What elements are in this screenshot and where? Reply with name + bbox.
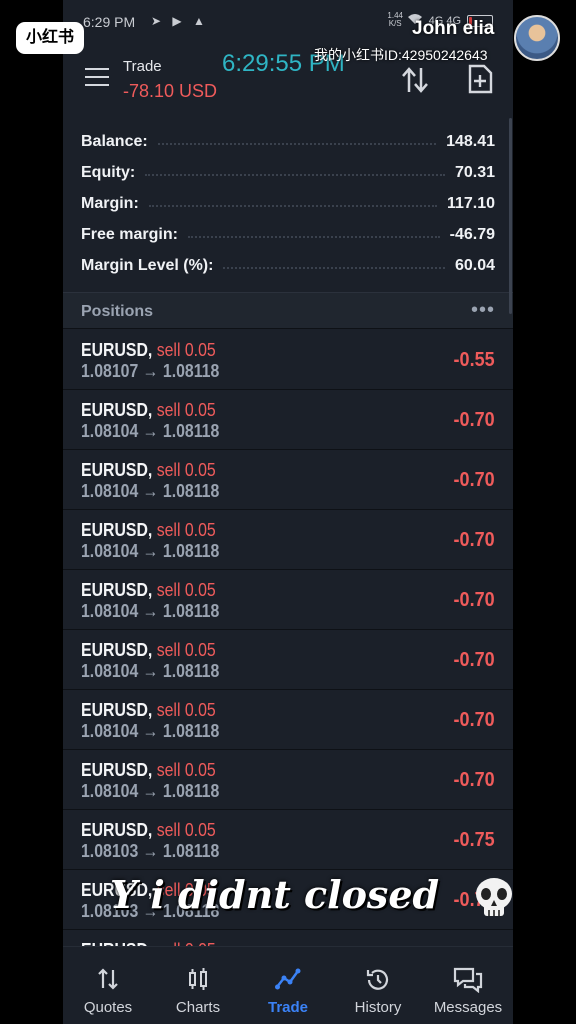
position-row[interactable]: EURUSD, sell 0.051.08103 → 1.08118 -0.75 — [63, 810, 513, 870]
position-profit: -0.70 — [453, 589, 495, 611]
notification-icons: ➤ ▶ ▲ — [151, 14, 209, 28]
position-prices: 1.08103 → 1.08118 — [81, 841, 220, 861]
position-side: sell 0.05 — [156, 520, 216, 540]
positions-list: EURUSD, sell 0.05 1.08107 → 1.08118 -0.55 E… — [63, 330, 513, 946]
app-logo: 小红书 — [16, 22, 84, 54]
position-profit: -0.70 — [453, 469, 495, 491]
position-row[interactable]: EURUSD, sell 0.05 1.08104 → 1.08118 -0.70 — [63, 630, 513, 690]
nav-history[interactable]: History — [333, 947, 423, 1024]
position-prices: 1.08104 → 1.08118 — [81, 421, 220, 441]
trade-screen: 6:29 PM ➤ ▶ ▲ 1.44 K/S 4G 4G Trade -78.1… — [63, 0, 513, 1024]
charts-icon — [189, 968, 207, 990]
caption-text: Y i didnt closed — [110, 872, 440, 917]
sort-icon[interactable] — [400, 66, 430, 94]
position-profit: -0.55 — [453, 349, 495, 371]
position-prices: 1.08104 → 1.08118 — [81, 541, 220, 561]
position-side: sell 0.05 — [156, 640, 216, 660]
position-prices: 1.08104 → 1.08118 — [81, 721, 220, 741]
position-prices: 1.08104 → 1.08118 — [81, 481, 220, 501]
position-profit: -0.70 — [453, 709, 495, 731]
position-row[interactable]: EURUSD, sell 0.05 1.08104 → 1.08118 -0.70 — [63, 450, 513, 510]
position-row[interactable]: EURUSD, sell 0.05 1.08104 → 1.08118 -0.70 — [63, 390, 513, 450]
position-symbol: EURUSD, sell 0.05 — [81, 760, 216, 780]
position-profit: -0.70 — [453, 649, 495, 671]
position-row[interactable]: EURUSD, sell 0.05 1.08107 → 1.08118 -0.55 — [63, 330, 513, 390]
positions-title: Positions — [81, 303, 154, 320]
trade-icon — [275, 968, 301, 990]
position-profit: -0.70 — [453, 409, 495, 431]
summary-equity: Equity: 70.31 — [81, 163, 495, 181]
position-row[interactable]: EURUSD, sell 0.051.08103 → 1.08118-0.75 — [63, 930, 513, 946]
position-row[interactable]: EURUSD, sell 0.05 1.08104 → 1.08118 -0.70 — [63, 570, 513, 630]
status-time: 6:29 PM — [83, 14, 136, 30]
position-prices: 1.08107 → 1.08118 — [81, 361, 220, 381]
total-profit: -78.10 USD — [123, 81, 218, 101]
nav-charts[interactable]: Charts — [153, 947, 243, 1024]
position-profit: -0.70 — [453, 769, 495, 791]
author-name: John elia — [412, 18, 495, 39]
position-prices: 1.08104 → 1.08118 — [81, 781, 220, 801]
position-symbol: EURUSD, sell 0.05 — [81, 400, 216, 420]
bottom-nav: Quotes Charts Trade History Messages — [63, 946, 513, 1024]
positions-header: Positions ••• — [63, 293, 513, 329]
position-side: sell 0.05 — [156, 580, 216, 600]
account-summary: Balance: 148.41 Equity: 70.31 Margin: 117.1… — [63, 126, 513, 281]
history-icon — [366, 969, 389, 990]
nav-messages[interactable]: Messages — [423, 947, 513, 1024]
position-symbol: EURUSD, sell 0.05 — [81, 820, 216, 840]
more-icon[interactable]: ••• — [471, 299, 495, 322]
position-symbol: EURUSD, sell 0.05 — [81, 340, 216, 360]
position-side: sell 0.05 — [156, 340, 216, 360]
position-row[interactable]: EURUSD, sell 0.05 1.08104 → 1.08118 -0.70 — [63, 690, 513, 750]
quotes-icon — [98, 968, 118, 990]
position-symbol: EURUSD, sell 0.05 — [81, 460, 216, 480]
position-side: sell 0.05 — [156, 760, 216, 780]
position-symbol: EURUSD, sell 0.05 — [81, 700, 216, 720]
avatar — [514, 15, 560, 61]
position-row[interactable]: EURUSD, sell 0.05 1.08104 → 1.08118 -0.70 — [63, 750, 513, 810]
position-prices: 1.08104 → 1.08118 — [81, 601, 220, 621]
position-side: sell 0.05 — [156, 400, 216, 420]
position-side: sell 0.05 — [156, 820, 216, 840]
new-order-icon[interactable] — [467, 64, 493, 94]
messages-icon — [453, 967, 483, 993]
watermark-id: 我的小红书ID:42950242643 — [314, 47, 488, 63]
position-symbol: EURUSD, sell 0.05 — [81, 520, 216, 540]
position-row[interactable]: EURUSD, sell 0.05 1.08104 → 1.08118 -0.70 — [63, 510, 513, 570]
summary-free-margin: Free margin: -46.79 — [81, 225, 495, 243]
menu-icon[interactable] — [85, 68, 109, 86]
scrollbar[interactable] — [509, 118, 512, 314]
network-speed: 1.44 K/S — [387, 11, 403, 28]
position-prices: 1.08104 → 1.08118 — [81, 661, 220, 681]
summary-margin: Margin: 117.10 — [81, 194, 495, 212]
position-symbol: EURUSD, sell 0.05 — [81, 640, 216, 660]
summary-margin-level: Margin Level (%): 60.04 — [81, 256, 495, 274]
page-title: Trade — [123, 58, 162, 75]
position-side: sell 0.05 — [156, 460, 216, 480]
position-side: sell 0.05 — [156, 700, 216, 720]
position-profit: -0.70 — [453, 529, 495, 551]
nav-quotes[interactable]: Quotes — [63, 947, 153, 1024]
position-profit: -0.75 — [453, 829, 495, 851]
position-symbol: EURUSD, sell 0.05 — [81, 580, 216, 600]
nav-trade[interactable]: Trade — [243, 947, 333, 1024]
skull-icon — [476, 878, 512, 916]
summary-balance: Balance: 148.41 — [81, 132, 495, 150]
